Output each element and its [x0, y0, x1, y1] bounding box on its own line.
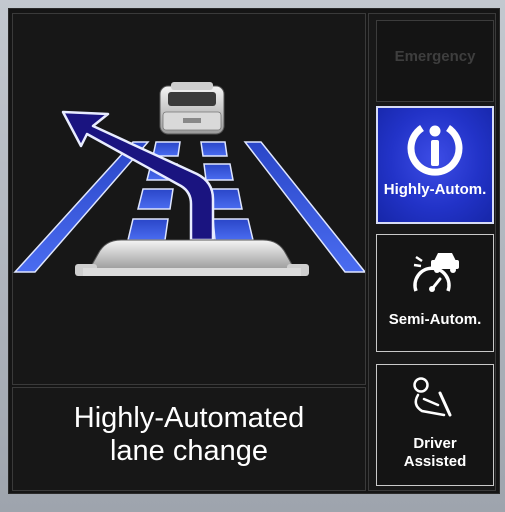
status-line-2: lane change — [109, 435, 269, 467]
lead-vehicle-icon — [159, 82, 225, 135]
driver-steering-icon — [377, 371, 493, 427]
driver-assisted-line-2: Assisted — [403, 453, 467, 470]
driver-assisted-line-1: Driver — [413, 435, 457, 452]
automation-mode-selector: Emergency Highly-Autom. Semi-Autom. Driv… — [368, 13, 496, 491]
hmi-frame: Highly-Automated lane change Emergency H… — [0, 0, 505, 512]
speedometer-car-icon — [377, 247, 493, 299]
highly-automated-mode-label: Highly-Autom. — [383, 181, 487, 198]
automation-i-icon — [378, 118, 492, 176]
lane-change-scene-panel — [12, 13, 367, 385]
semi-automated-mode-label: Semi-Autom. — [388, 311, 482, 328]
highly-automated-mode-button[interactable]: Highly-Autom. — [376, 106, 494, 224]
status-message: Highly-Automated lane change — [13, 402, 365, 468]
emergency-mode-button[interactable]: Emergency — [376, 20, 494, 102]
status-line-1: Highly-Automated — [73, 402, 305, 434]
lane-change-scene — [13, 82, 367, 276]
driver-assisted-mode-label: Driver Assisted — [377, 435, 493, 471]
semi-automated-mode-button[interactable]: Semi-Autom. — [376, 234, 494, 352]
driver-assisted-mode-button[interactable]: Driver Assisted — [376, 364, 494, 486]
driving-mode-display: Highly-Automated lane change Emergency H… — [8, 8, 500, 494]
emergency-mode-label: Emergency — [394, 48, 476, 65]
ego-vehicle-icon — [75, 239, 309, 276]
status-message-panel: Highly-Automated lane change — [12, 387, 366, 491]
